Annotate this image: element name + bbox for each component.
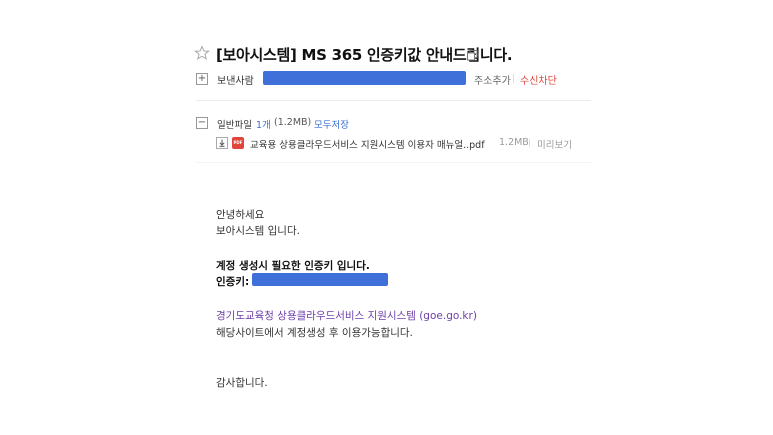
copy-icon[interactable]	[467, 50, 478, 61]
divider	[513, 74, 514, 83]
pdf-file-icon: PDF	[232, 137, 244, 149]
body-notice: 계정 생성시 필요한 인증키 입니다.	[216, 260, 370, 272]
body-instruction: 해당사이트에서 계정생성 후 이용가능합니다.	[216, 327, 413, 339]
block-sender-link[interactable]: 수신차단	[520, 72, 557, 87]
body-closing: 감사합니다.	[216, 377, 268, 389]
attachments-count: 1개	[256, 120, 271, 131]
system-link[interactable]: 경기도교육청 상용클라우드서비스 지원시스템 (goe.go.kr)	[216, 308, 477, 323]
save-all-button[interactable]: 모두저장	[314, 117, 349, 131]
add-address-link[interactable]: 주소추가	[474, 72, 511, 87]
sender-redacted	[263, 71, 466, 85]
star-icon[interactable]	[194, 45, 210, 61]
sender-expand-button[interactable]: +	[196, 73, 208, 85]
attachments-title: 일반파일	[217, 120, 252, 131]
attachments-collapse-button[interactable]: −	[196, 117, 208, 129]
attachments-divider	[196, 162, 591, 163]
divider	[529, 139, 530, 147]
preview-button[interactable]: 미리보기	[537, 137, 572, 151]
download-icon[interactable]	[216, 137, 228, 149]
sender-label: 보낸사람	[217, 76, 254, 87]
key-redacted	[252, 273, 388, 286]
attachment-file-size: 1.2MB	[499, 137, 529, 148]
attachment-file-name[interactable]: 교육용 상용클라우드서비스 지원시스템 이용자 매뉴얼..pdf	[250, 137, 485, 151]
header-divider	[196, 100, 591, 101]
body-intro: 보아시스템 입니다.	[216, 225, 300, 237]
key-label: 인증키:	[216, 276, 250, 288]
body-greeting: 안녕하세요	[216, 209, 265, 221]
attachments-total-size: (1.2MB)	[274, 117, 312, 128]
